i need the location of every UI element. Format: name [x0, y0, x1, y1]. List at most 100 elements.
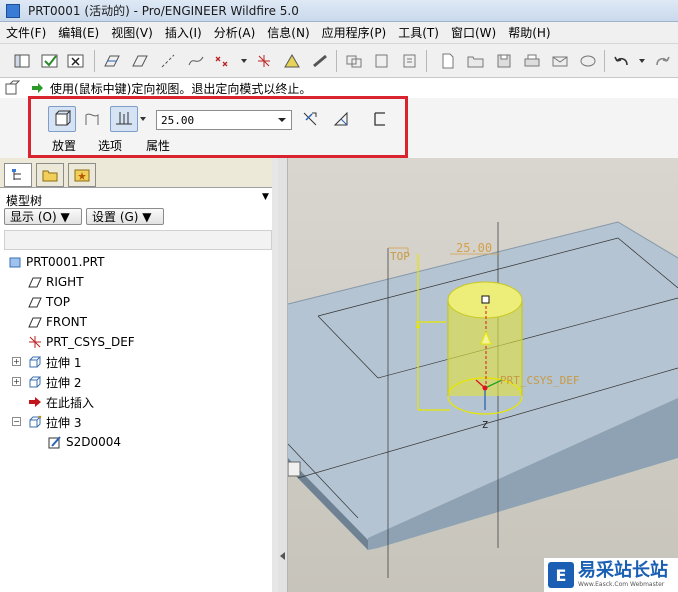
dimension-value-label[interactable]: 25.00 [456, 241, 492, 255]
toolbar-separator [94, 50, 95, 72]
main-toolbar [0, 44, 678, 78]
tab-model-tree[interactable] [4, 163, 32, 187]
pane-toggle-button[interactable] [10, 49, 34, 73]
toolbar-separator [336, 50, 337, 72]
tab-options[interactable]: 选项 [98, 137, 122, 154]
thicken-sketch-button[interactable] [366, 106, 394, 132]
tree-node-label: 在此插入 [46, 395, 95, 410]
menu-help[interactable]: 帮助(H) [502, 24, 556, 41]
menu-file[interactable]: 文件(F) [0, 24, 52, 41]
menu-view[interactable]: 视图(V) [105, 24, 159, 41]
redo-icon[interactable] [650, 49, 674, 73]
paste-special-icon[interactable] [398, 49, 422, 73]
tree-node-label: FRONT [46, 315, 87, 329]
tree-node-extrude-3[interactable]: 拉伸 3 [28, 412, 81, 432]
remove-material-button[interactable] [328, 106, 356, 132]
toolbar-separator [604, 50, 605, 72]
tree-node-part[interactable]: PRT0001.PRT [8, 252, 104, 272]
copy-feature-icon[interactable] [342, 49, 366, 73]
depth-value-text: 25.00 [161, 113, 195, 127]
tab-placement[interactable]: 放置 [52, 137, 76, 154]
datum-plane-display-button[interactable] [100, 49, 124, 73]
tree-node-label: 拉伸 2 [46, 375, 82, 390]
datum-plane-icon[interactable] [128, 49, 152, 73]
favorites-icon [74, 169, 90, 182]
expand-toggle[interactable]: + [12, 357, 21, 366]
email-icon[interactable] [548, 49, 572, 73]
title-bar: PRT0001 (活动的) - Pro/ENGINEER Wildfire 5.… [0, 0, 678, 22]
datum-plane-icon [28, 275, 42, 289]
tree-node-right[interactable]: RIGHT [28, 272, 84, 292]
tree-node-label: TOP [46, 295, 71, 309]
tab-folder-browser[interactable] [36, 163, 64, 187]
datum-top-label: TOP [390, 250, 410, 263]
orient-mode-icon [5, 80, 20, 95]
menu-tools[interactable]: 工具(T) [392, 24, 445, 41]
tree-node-label: RIGHT [46, 275, 84, 289]
settings-menu-button[interactable]: 设置 (G) ▼ [86, 208, 164, 225]
tree-node-label: 拉伸 3 [46, 415, 82, 430]
link-icon[interactable] [308, 49, 332, 73]
datum-plane-icon [28, 295, 42, 309]
tab-favorites[interactable] [68, 163, 96, 187]
toolbar-separator [426, 50, 427, 72]
menu-insert[interactable]: 插入(I) [159, 24, 208, 41]
datum-curve-icon[interactable] [184, 49, 208, 73]
part-icon [8, 255, 22, 269]
tree-node-extrude-2[interactable]: 拉伸 2 [28, 372, 81, 392]
panel-splitter[interactable] [278, 158, 288, 592]
datum-axis-icon[interactable] [156, 49, 180, 73]
extrude-icon [28, 355, 42, 369]
datum-plane-icon [28, 315, 42, 329]
paste-feature-icon[interactable] [370, 49, 394, 73]
depth-value-field[interactable]: 25.00 [156, 110, 292, 130]
csys-icon[interactable] [252, 49, 276, 73]
flip-direction-button[interactable] [296, 106, 324, 132]
menu-edit[interactable]: 编辑(E) [52, 24, 105, 41]
tree-node-label: PRT0001.PRT [26, 255, 105, 269]
watermark-logo: E 易采站长站 Www.Easck.Com Webmaster [544, 558, 678, 592]
accept-feature-button[interactable] [38, 49, 62, 73]
show-menu-button[interactable]: 显示 (O) ▼ [4, 208, 82, 225]
tree-node-insert-here[interactable]: 在此插入 [28, 392, 94, 412]
csys-origin [482, 385, 488, 391]
save-icon[interactable] [492, 49, 516, 73]
print-icon[interactable] [520, 49, 544, 73]
tab-properties[interactable]: 属性 [146, 137, 170, 154]
navigator-tabs [0, 158, 278, 188]
chevron-down-icon[interactable] [277, 115, 287, 125]
extrude-active-icon [28, 415, 42, 429]
tree-node-front[interactable]: FRONT [28, 312, 87, 332]
analysis-icon[interactable] [280, 49, 304, 73]
arrow-right-icon [32, 83, 43, 93]
sketch-icon [48, 435, 62, 449]
depth-blind-button[interactable] [110, 106, 138, 132]
open-folder-icon[interactable] [464, 49, 488, 73]
tree-node-top[interactable]: TOP [28, 292, 70, 312]
tree-node-csys[interactable]: PRT_CSYS_DEF [28, 332, 135, 352]
menu-info[interactable]: 信息(N) [261, 24, 315, 41]
datum-point-icon[interactable] [210, 49, 234, 73]
new-file-icon[interactable] [436, 49, 460, 73]
surface-extrude-button[interactable] [78, 106, 106, 132]
expand-toggle[interactable]: + [12, 377, 21, 386]
axis-z-label: Z [482, 420, 488, 431]
menu-window[interactable]: 窗口(W) [445, 24, 502, 41]
tree-node-extrude-1[interactable]: 拉伸 1 [28, 352, 81, 372]
tree-node-sketch[interactable]: S2D0004 [48, 432, 121, 452]
depth-drag-handle[interactable] [481, 295, 490, 304]
cancel-feature-button[interactable] [64, 49, 88, 73]
menu-applications[interactable]: 应用程序(P) [316, 24, 393, 41]
extrude-icon [28, 375, 42, 389]
regenerate-icon[interactable] [576, 49, 600, 73]
model-tree-title: 模型树 [6, 194, 43, 208]
graphics-window[interactable]: 25.00 TOP PRT_CSYS_DEF Z [288, 158, 678, 592]
tree-node-label: S2D0004 [66, 435, 122, 449]
chevron-down-icon[interactable]: ▼ [262, 192, 269, 202]
collapse-toggle[interactable]: − [12, 417, 21, 426]
menu-analysis[interactable]: 分析(A) [208, 24, 262, 41]
message-area: 使用(鼠标中键)定向视图。退出定向模式以终止。 [0, 78, 678, 98]
chevron-down-icon[interactable] [136, 106, 150, 132]
watermark-icon: E [548, 562, 574, 588]
solid-extrude-button[interactable] [48, 106, 76, 132]
